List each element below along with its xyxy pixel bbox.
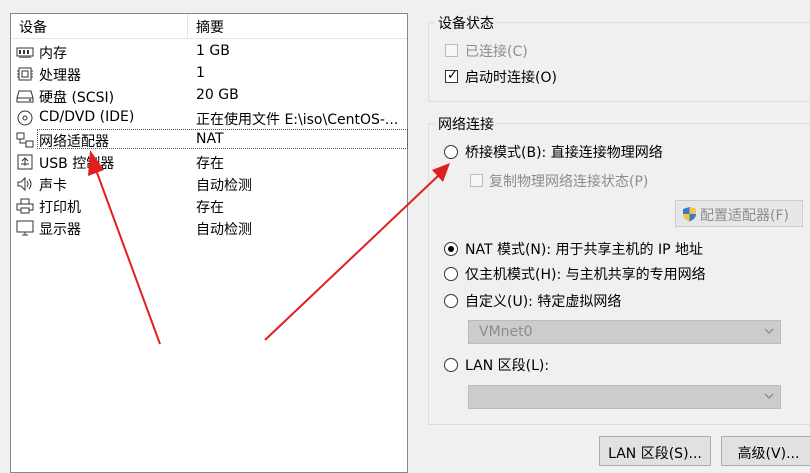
device-row-usb-controller[interactable]: USB 控制器 存在: [13, 151, 407, 173]
device-name: CD/DVD (IDE): [39, 109, 135, 125]
device-status-group: 设备状态 已连接(C) ✓ 启动时连接(O): [428, 13, 810, 102]
device-row-display[interactable]: 显示器 自动检测: [13, 217, 407, 239]
device-list-panel: 设备 摘要 内存 1 GB 处理器 1 硬盘 (SCSI) 20 GB CD/D…: [10, 13, 408, 473]
device-name: 声卡: [39, 178, 67, 194]
bridged-radio[interactable]: [444, 145, 458, 159]
usb-icon: [17, 154, 33, 170]
device-name: 硬盘 (SCSI): [39, 90, 115, 106]
device-row-cd-dvd[interactable]: CD/DVD (IDE) 正在使用文件 E:\iso\CentOS-...: [13, 107, 407, 129]
device-row-sound-card[interactable]: 声卡 自动检测: [13, 173, 407, 195]
connect-at-power-on-label: 启动时连接(O): [465, 70, 557, 86]
connect-at-power-on-checkbox[interactable]: ✓: [445, 68, 458, 83]
network-connection-group: 网络连接 桥接模式(B): 直接连接物理网络 复制物理网络连接状态(P) 配置适…: [428, 114, 810, 425]
device-summary: NAT: [196, 131, 224, 147]
advanced-button[interactable]: 高级(V)...: [721, 436, 810, 466]
advanced-button-label: 高级(V)...: [737, 446, 800, 462]
host-only-radio[interactable]: [444, 267, 458, 281]
checkmark-icon: ✓: [447, 68, 458, 83]
column-header-device[interactable]: 设备: [19, 17, 47, 37]
device-summary: 存在: [196, 156, 224, 172]
sound-card-icon: [17, 176, 32, 192]
column-separator[interactable]: [187, 14, 188, 38]
device-name: 显示器: [39, 222, 81, 238]
device-summary: 20 GB: [196, 87, 239, 103]
hard-disk-icon: [16, 90, 34, 103]
device-name: 内存: [39, 46, 67, 62]
connected-label: 已连接(C): [465, 44, 528, 60]
device-list-header: 设备 摘要: [11, 14, 407, 39]
memory-icon: [16, 47, 34, 58]
uac-shield-icon: [683, 207, 696, 222]
processor-icon: [17, 67, 33, 81]
replicate-state-label: 复制物理网络连接状态(P): [489, 174, 649, 190]
lan-segments-button[interactable]: LAN 区段(S)...: [599, 436, 711, 466]
printer-icon: [16, 198, 34, 214]
device-row-memory[interactable]: 内存 1 GB: [13, 41, 407, 63]
lan-segment-select[interactable]: [468, 385, 781, 409]
device-name: 处理器: [39, 68, 81, 84]
device-status-title: 设备状态: [435, 13, 497, 33]
device-summary: 正在使用文件 E:\iso\CentOS-...: [196, 112, 399, 128]
custom-network-value: VMnet0: [479, 324, 533, 340]
configure-adapters-label: 配置适配器(F): [700, 208, 789, 224]
column-header-summary[interactable]: 摘要: [196, 17, 224, 37]
device-summary: 1: [196, 65, 205, 81]
bridged-label: 桥接模式(B): 直接连接物理网络: [465, 145, 663, 161]
nat-radio[interactable]: [444, 242, 458, 256]
device-name: 网络适配器: [39, 134, 109, 150]
network-adapter-icon: [16, 132, 34, 148]
custom-label: 自定义(U): 特定虚拟网络: [465, 294, 622, 310]
host-only-label: 仅主机模式(H): 与主机共享的专用网络: [465, 267, 706, 283]
device-summary: 自动检测: [196, 222, 252, 238]
chevron-down-icon: [764, 393, 774, 399]
cd-dvd-icon: [17, 110, 33, 126]
lan-segment-label: LAN 区段(L):: [465, 358, 550, 374]
chevron-down-icon: [764, 328, 774, 334]
device-row-hard-disk[interactable]: 硬盘 (SCSI) 20 GB: [13, 85, 407, 107]
nat-label: NAT 模式(N): 用于共享主机的 IP 地址: [465, 242, 703, 258]
device-summary: 1 GB: [196, 43, 230, 59]
device-name: USB 控制器: [39, 156, 115, 172]
replicate-state-checkbox[interactable]: [470, 174, 483, 187]
custom-radio[interactable]: [444, 294, 458, 308]
device-row-processor[interactable]: 处理器 1: [13, 63, 407, 85]
device-row-printer[interactable]: 打印机 存在: [13, 195, 407, 217]
lan-segment-radio[interactable]: [444, 358, 458, 372]
lan-segments-button-label: LAN 区段(S)...: [608, 446, 702, 462]
device-summary: 存在: [196, 200, 224, 216]
connected-checkbox[interactable]: [445, 44, 458, 57]
radio-selected-dot: [448, 246, 454, 252]
device-name: 打印机: [39, 200, 81, 216]
configure-adapters-button[interactable]: 配置适配器(F): [675, 200, 803, 227]
custom-network-select[interactable]: VMnet0: [468, 320, 781, 344]
device-row-network-adapter[interactable]: 网络适配器 NAT: [13, 129, 408, 151]
display-icon: [16, 220, 34, 236]
device-summary: 自动检测: [196, 178, 252, 194]
network-connection-title: 网络连接: [435, 114, 497, 134]
